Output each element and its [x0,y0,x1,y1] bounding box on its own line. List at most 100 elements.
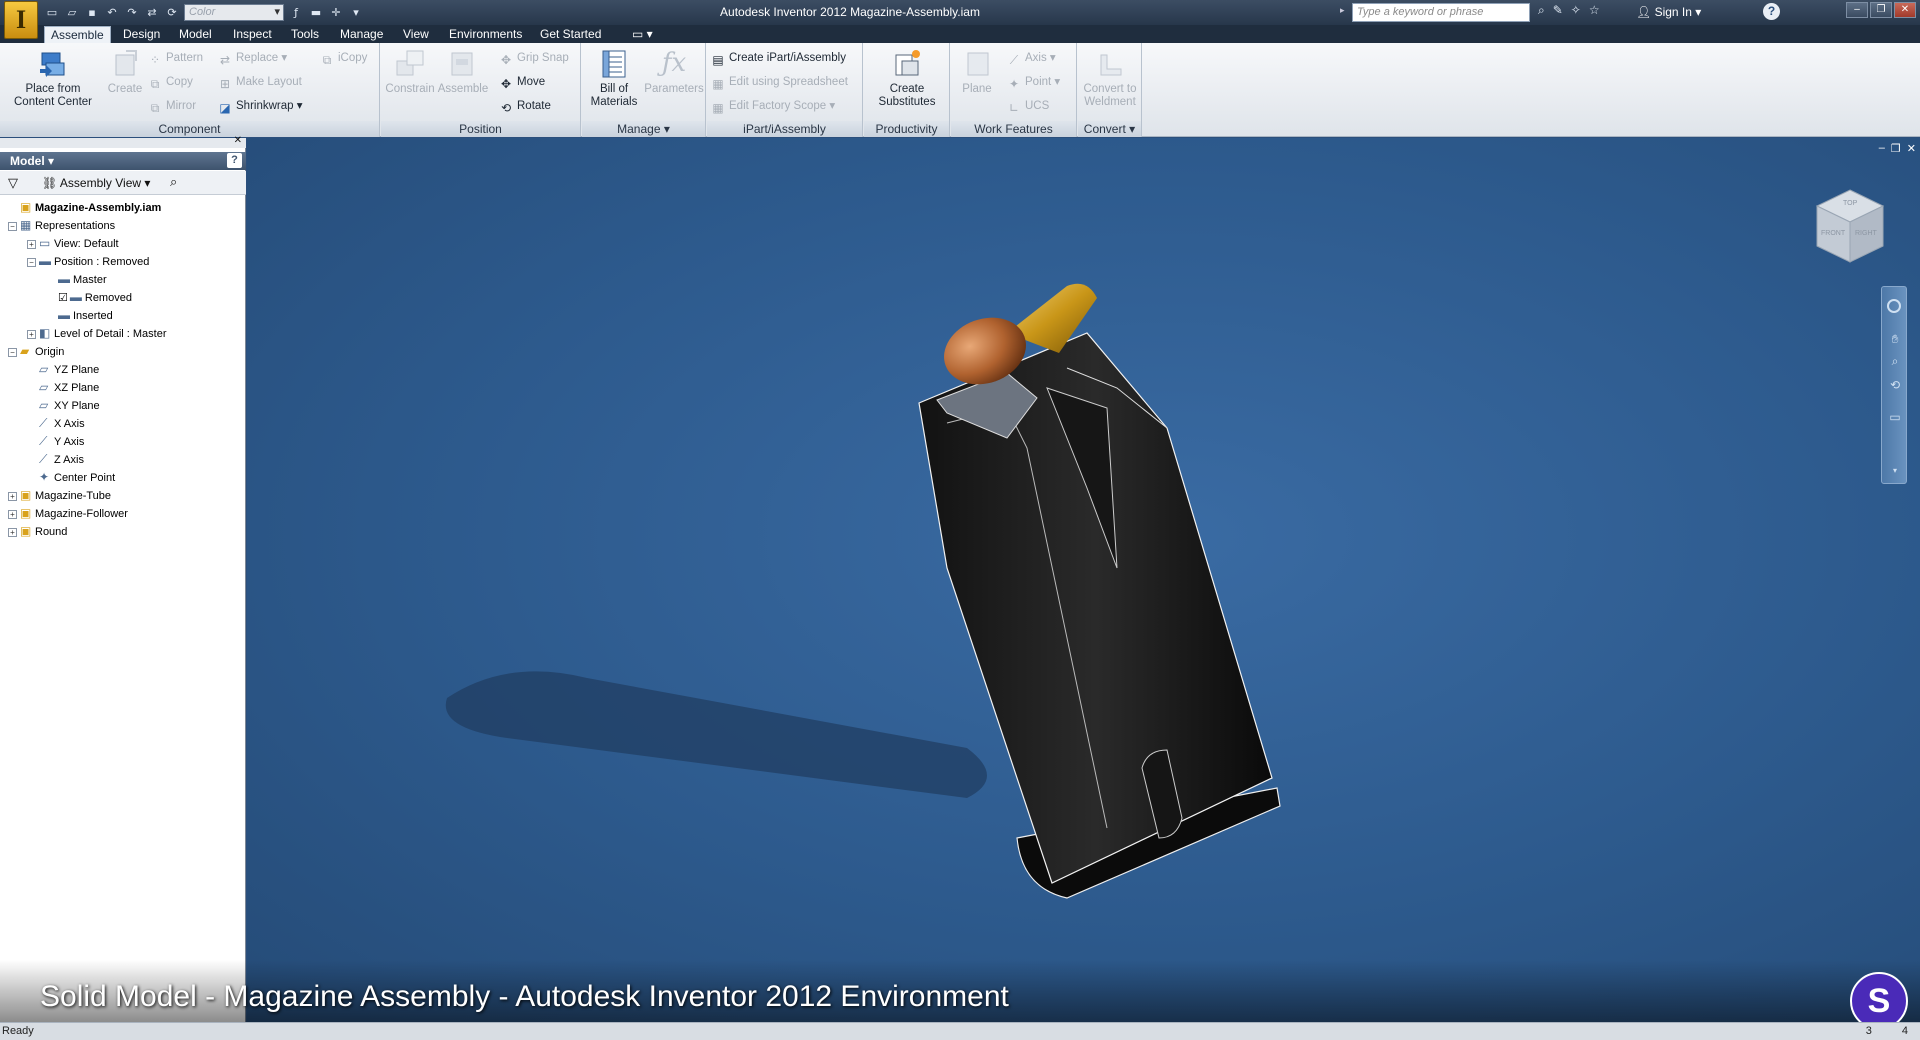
tree-node[interactable]: + ▣ Magazine-Follower [8,504,128,522]
browser-help-icon[interactable]: ? [227,153,242,168]
pattern-button[interactable]: ⁘ Pattern [148,49,203,67]
tree-node[interactable]: ⟋ X Axis [27,414,85,432]
tree-node[interactable]: ⟋ Y Axis [27,432,84,450]
tree-node[interactable]: ✦ Center Point [27,468,115,486]
expand-icon[interactable]: + [8,510,17,519]
convert-panel-title[interactable]: Convert ▾ [1078,121,1141,137]
tab-manage[interactable]: Manage [334,26,389,43]
tab-model[interactable]: Model [173,26,218,43]
tab-design[interactable]: Design [117,26,166,43]
tree-node[interactable]: ☑ ▬ Removed [46,288,132,306]
find-icon[interactable]: ⌕ [170,174,177,190]
tree-node[interactable]: ▱ XY Plane [27,396,100,414]
collapse-icon[interactable]: − [8,222,17,231]
tree-node[interactable]: + ▣ Magazine-Tube [8,486,111,504]
tree-node[interactable]: − ▬ Position : Removed [27,252,149,270]
tree-node[interactable]: + ▭ View: Default [27,234,119,252]
subscription-icon[interactable]: ✧ [1571,3,1581,18]
expand-icon[interactable]: + [8,528,17,537]
graphics-viewport[interactable]: – ❐ ✕ TOP FRONT RIGHT ✋︎ ⌕ ⟲ ▭ ▾ [247,138,1920,1022]
crosshair-icon[interactable]: ✛ [328,5,344,21]
rotate-button[interactable]: ⟲ Rotate [499,97,551,115]
tree-node[interactable]: − ▦ Representations [8,216,115,234]
move-button[interactable]: ✥ Move [499,73,545,91]
convert-to-weldment-button[interactable]: Convert to Weldment [1080,47,1140,109]
new-icon[interactable]: ▭ [44,5,60,21]
sign-in-button[interactable]: 👤︎ Sign In ▾ [1636,5,1701,19]
create-ipart-button[interactable]: ▤ Create iPart/iAssembly [711,49,846,67]
fx-icon[interactable]: ƒ [288,5,304,21]
undo-icon[interactable]: ↶ [104,5,120,21]
return-icon[interactable]: ⇄ [144,5,160,21]
zoom-icon[interactable]: ⌕ [1887,353,1903,369]
filter-icon[interactable]: ▽ [8,175,18,191]
tab-environments[interactable]: Environments [443,26,528,43]
bill-of-materials-button[interactable]: Bill of Materials [586,47,642,109]
place-from-content-center-button[interactable]: Place from Content Center [8,47,98,109]
copy-button[interactable]: ⧉ Copy [148,73,193,91]
ucs-button[interactable]: ∟ UCS [1007,97,1049,115]
grip-snap-button[interactable]: ✥ Grip Snap [499,49,569,67]
ribbon-display-toggle[interactable]: ▭ ▾ [626,26,659,43]
tree-node[interactable]: ▱ XZ Plane [27,378,99,396]
tab-inspect[interactable]: Inspect [227,26,278,43]
tree-node[interactable]: + ▣ Round [8,522,67,540]
tree-node[interactable]: ▱ YZ Plane [27,360,99,378]
browser-header[interactable]: Model ▾ ? [0,152,246,170]
help-search-input[interactable]: Type a keyword or phrase [1352,3,1530,22]
collapse-icon[interactable]: − [27,258,36,267]
inventor-logo[interactable]: I [4,1,38,39]
assembly-view-combo[interactable]: ⛓︎ Assembly View ▾ [42,176,150,190]
create-substitutes-button[interactable]: Create Substitutes [870,47,944,109]
expand-icon[interactable]: + [27,240,36,249]
tree-node[interactable]: ▬ Inserted [46,306,113,324]
tab-get-started[interactable]: Get Started [534,26,607,43]
tab-tools[interactable]: Tools [285,26,325,43]
steering-wheel-icon[interactable] [1887,299,1901,313]
tab-assemble[interactable]: Assemble [44,26,111,43]
close-button[interactable]: ✕ [1894,2,1916,18]
constrain-button[interactable]: Constrain [385,47,435,96]
tree-node[interactable]: ⟋ Z Axis [27,450,84,468]
binoculars-icon[interactable]: ⌕ [1538,3,1545,18]
open-icon[interactable]: ▱ [64,5,80,21]
save-icon[interactable]: ▪ [84,5,100,21]
viewcube[interactable]: TOP FRONT RIGHT [1815,188,1885,264]
pan-icon[interactable]: ✋︎ [1887,331,1903,347]
icopy-button[interactable]: ⧉ iCopy [320,49,368,67]
edit-spreadsheet-button[interactable]: ▦ Edit using Spreadsheet [711,73,848,91]
tab-view[interactable]: View [397,26,435,43]
tree-node[interactable]: ▬ Master [46,270,107,288]
measure-icon[interactable]: ▬ [308,5,324,21]
expand-icon[interactable]: + [27,330,36,339]
search-expand-icon[interactable]: ▸ [1340,5,1345,16]
point-button[interactable]: ✦ Point ▾ [1007,73,1060,91]
orbit-icon[interactable]: ⟲ [1887,377,1903,393]
minimize-button[interactable]: – [1846,2,1868,18]
assemble-button[interactable]: Assemble [437,47,489,96]
shrinkwrap-button[interactable]: ◪ Shrinkwrap ▾ [218,97,302,115]
expand-icon[interactable]: + [8,492,17,501]
help-icon[interactable]: ? [1763,3,1780,20]
axis-button[interactable]: ⟋ Axis ▾ [1007,49,1056,67]
tree-node[interactable]: ▣ Magazine-Assembly.iam [8,198,161,216]
color-combo[interactable]: Color [184,4,284,21]
redo-icon[interactable]: ↷ [124,5,140,21]
browser-close-icon[interactable]: ✕ [234,135,242,146]
mirror-button[interactable]: ⧉ Mirror [148,97,196,115]
tree-node[interactable]: + ◧ Level of Detail : Master [27,324,167,342]
collapse-icon[interactable]: − [8,348,17,357]
plane-button[interactable]: Plane [955,47,999,96]
create-component-button[interactable]: Create [104,47,146,96]
tree-node[interactable]: − ▰ Origin [8,342,64,360]
tools-icon[interactable]: ✎ [1553,3,1563,18]
navbar-menu-icon[interactable]: ▾ [1887,463,1903,479]
parameters-button[interactable]: ƒx Parameters [644,47,704,96]
make-layout-button[interactable]: ⊞ Make Layout [218,73,302,91]
update-icon[interactable]: ⟳ [164,5,180,21]
edit-factory-scope-button[interactable]: ▦ Edit Factory Scope ▾ [711,97,835,115]
favorites-icon[interactable]: ☆ [1589,3,1600,18]
qat-menu-icon[interactable]: ▾ [348,5,364,21]
restore-button[interactable]: ❐ [1870,2,1892,18]
replace-button[interactable]: ⇄ Replace ▾ [218,49,287,67]
